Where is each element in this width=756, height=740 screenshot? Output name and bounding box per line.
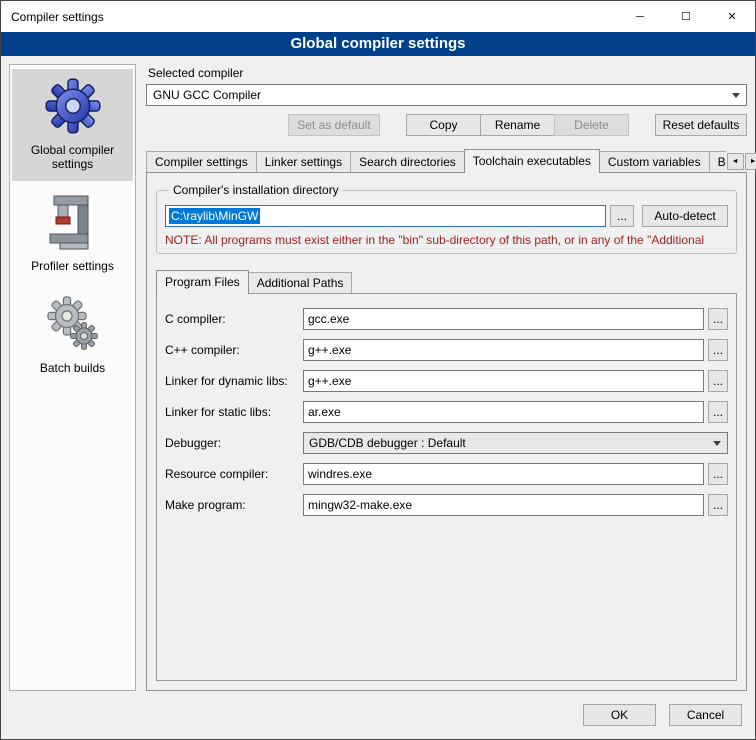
install-dir-browse-button[interactable]: ...: [610, 205, 634, 227]
main-panel: Selected compiler GNU GCC Compiler Set a…: [146, 64, 747, 691]
selected-compiler-label: Selected compiler: [148, 66, 747, 80]
delete-button[interactable]: Delete: [554, 114, 629, 136]
field-label: Debugger:: [165, 436, 303, 450]
dynamic-linker-browse-button[interactable]: ...: [708, 370, 728, 392]
compiler-settings-dialog: Compiler settings ─ ☐ ✕ Global compiler …: [0, 0, 756, 740]
field-row: Linker for dynamic libs: ...: [165, 370, 728, 392]
dynamic-linker-input[interactable]: [303, 370, 704, 392]
maximize-button[interactable]: ☐: [663, 1, 709, 32]
compiler-select[interactable]: GNU GCC Compiler: [146, 84, 747, 106]
c-compiler-browse-button[interactable]: ...: [708, 308, 728, 330]
install-dir-row: C:\raylib\MinGW ... Auto-detect: [165, 205, 728, 227]
window-title: Compiler settings: [1, 1, 617, 32]
subtab-additional-paths[interactable]: Additional Paths: [248, 272, 353, 293]
groupbox-legend: Compiler's installation directory: [169, 183, 343, 197]
set-as-default-button[interactable]: Set as default: [288, 114, 380, 136]
tab-custom-variables[interactable]: Custom variables: [599, 151, 710, 172]
dialog-footer: OK Cancel: [1, 699, 755, 739]
field-label: Resource compiler:: [165, 467, 303, 481]
sidebar-item-profiler-settings[interactable]: Profiler settings: [12, 185, 133, 283]
field-label: Make program:: [165, 498, 303, 512]
field-label: C compiler:: [165, 312, 303, 326]
make-program-browse-button[interactable]: ...: [708, 494, 728, 516]
cpp-compiler-browse-button[interactable]: ...: [708, 339, 728, 361]
field-label: Linker for static libs:: [165, 405, 303, 419]
field-row: Linker for static libs: ...: [165, 401, 728, 423]
static-linker-browse-button[interactable]: ...: [708, 401, 728, 423]
tab-toolchain-executables[interactable]: Toolchain executables: [464, 149, 600, 173]
field-row: Resource compiler: ...: [165, 463, 728, 485]
subtab-program-files[interactable]: Program Files: [156, 270, 249, 294]
tab-build-options[interactable]: Buil: [709, 151, 726, 172]
compiler-buttons-row: Set as default Copy Rename Delete Reset …: [146, 114, 747, 136]
rename-button[interactable]: Rename: [480, 114, 555, 136]
field-row: Debugger: GDB/CDB debugger : Default: [165, 432, 728, 454]
gears-icon: [44, 295, 102, 356]
dialog-header: Global compiler settings: [1, 32, 755, 56]
sidebar-item-label: Profiler settings: [31, 259, 114, 273]
settings-tab-bar: Compiler settings Linker settings Search…: [146, 149, 747, 172]
cancel-button[interactable]: Cancel: [669, 704, 742, 726]
field-row: C++ compiler: ...: [165, 339, 728, 361]
tab-compiler-settings[interactable]: Compiler settings: [146, 151, 257, 172]
c-compiler-input[interactable]: [303, 308, 704, 330]
ok-button[interactable]: OK: [583, 704, 656, 726]
note-text: NOTE: All programs must exist either in …: [165, 233, 728, 247]
field-row: Make program: ...: [165, 494, 728, 516]
tab-linker-settings[interactable]: Linker settings: [256, 151, 351, 172]
resource-compiler-browse-button[interactable]: ...: [708, 463, 728, 485]
tab-scroll-controls: ◄ ►: [726, 153, 756, 170]
tab-scroll-left-button[interactable]: ◄: [727, 153, 744, 170]
tab-scroll-right-button[interactable]: ►: [745, 153, 756, 170]
field-label: C++ compiler:: [165, 343, 303, 357]
sidebar-item-batch-builds[interactable]: Batch builds: [12, 287, 133, 385]
toolchain-tab-page: Compiler's installation directory C:\ray…: [146, 172, 747, 691]
gear-icon: [44, 77, 102, 138]
sidebar-item-label: Global compiler settings: [14, 143, 131, 171]
compiler-select-value: GNU GCC Compiler: [153, 88, 261, 102]
auto-detect-button[interactable]: Auto-detect: [642, 205, 728, 227]
debugger-select[interactable]: GDB/CDB debugger : Default: [303, 432, 728, 454]
install-dir-input[interactable]: C:\raylib\MinGW: [165, 205, 606, 227]
program-files-tab-bar: Program Files Additional Paths: [156, 270, 737, 293]
installation-dir-groupbox: Compiler's installation directory C:\ray…: [156, 183, 737, 254]
selected-text: C:\raylib\MinGW: [169, 208, 260, 224]
program-files-page: C compiler: ... C++ compiler: ... Linker…: [156, 293, 737, 681]
sidebar-item-global-compiler-settings[interactable]: Global compiler settings: [12, 69, 133, 181]
profiler-tool-icon: [48, 193, 98, 254]
make-program-input[interactable]: [303, 494, 704, 516]
dialog-body: Global compiler settings Profiler settin…: [1, 56, 755, 699]
title-bar: Compiler settings ─ ☐ ✕: [1, 1, 755, 32]
category-sidebar: Global compiler settings Profiler settin…: [9, 64, 136, 691]
sidebar-item-label: Batch builds: [40, 361, 105, 375]
resource-compiler-input[interactable]: [303, 463, 704, 485]
copy-button[interactable]: Copy: [406, 114, 481, 136]
field-row: C compiler: ...: [165, 308, 728, 330]
chevron-down-icon: [713, 441, 721, 446]
debugger-select-value: GDB/CDB debugger : Default: [309, 436, 466, 450]
static-linker-input[interactable]: [303, 401, 704, 423]
field-label: Linker for dynamic libs:: [165, 374, 303, 388]
tab-search-directories[interactable]: Search directories: [350, 151, 465, 172]
cpp-compiler-input[interactable]: [303, 339, 704, 361]
minimize-button[interactable]: ─: [617, 1, 663, 32]
close-button[interactable]: ✕: [709, 1, 755, 32]
reset-defaults-button[interactable]: Reset defaults: [655, 114, 747, 136]
chevron-down-icon: [732, 93, 740, 98]
